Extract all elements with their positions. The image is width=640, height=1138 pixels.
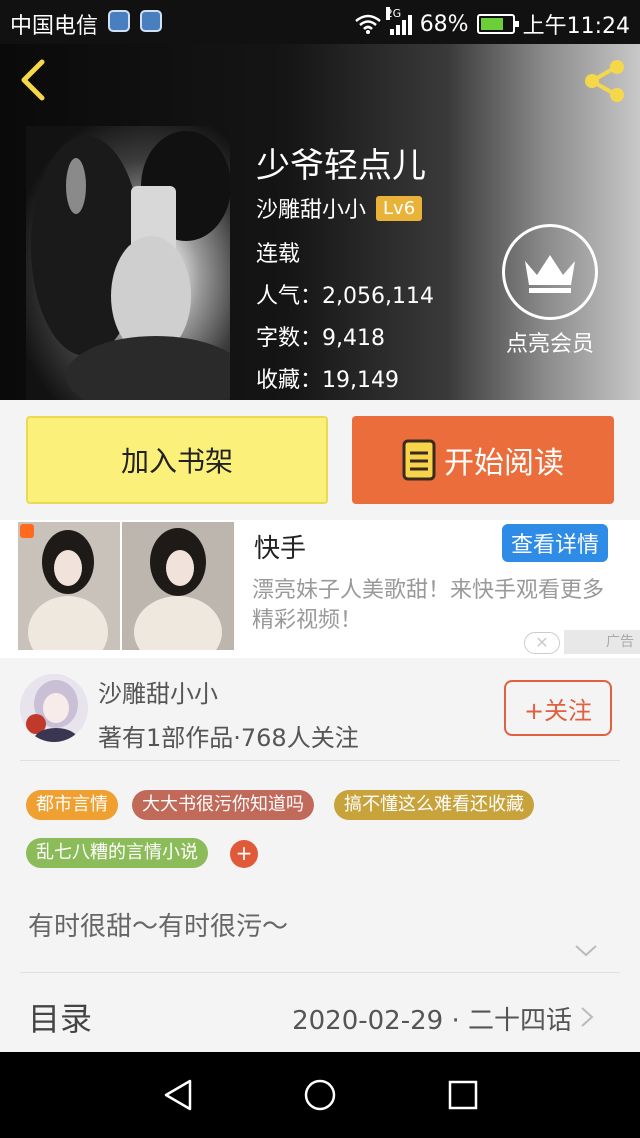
action-bar: 加入书架 开始阅读 <box>0 400 640 520</box>
ad-brand: 快手 <box>254 534 307 564</box>
system-nav-bar <box>0 1052 640 1138</box>
divider <box>20 972 620 973</box>
add-to-shelf-button[interactable]: 加入书架 <box>26 416 328 504</box>
start-reading-button[interactable]: 开始阅读 <box>352 416 614 504</box>
notification-app-icon <box>140 10 162 32</box>
status-bar: 中国电信 2G 68% 上午11:24 <box>0 0 640 44</box>
book-header: 少爷轻点儿 沙雕甜小小 Lv6 连载 人气：2,056,114 字数：9,418… <box>0 44 640 400</box>
share-icon[interactable] <box>582 58 628 104</box>
chevron-down-icon[interactable] <box>574 944 598 958</box>
ad-close-icon[interactable]: ✕ <box>524 632 560 654</box>
tag-chip[interactable]: 都市言情 <box>26 790 118 820</box>
popularity-value: 2,056,114 <box>322 284 434 309</box>
back-arrow-icon[interactable] <box>14 58 54 102</box>
signal-icon: 2G <box>385 7 412 35</box>
ad-banner[interactable]: 快手 查看详情 漂亮妹子人美歌甜！来快手观看更多精彩视频！ ✕ 广告 <box>0 520 640 658</box>
favorites-stat: 收藏：19,149 <box>256 368 399 393</box>
book-icon <box>402 439 436 481</box>
divider <box>20 760 620 761</box>
chevron-right-icon <box>581 1007 594 1027</box>
follow-button[interactable]: +关注 <box>504 680 612 736</box>
vip-label: 点亮会员 <box>505 332 594 357</box>
nav-home-icon[interactable] <box>303 1078 337 1112</box>
author-card-name[interactable]: 沙雕甜小小 <box>98 674 218 709</box>
ad-description: 漂亮妹子人美歌甜！来快手观看更多精彩视频！ <box>252 578 605 633</box>
word-count-value: 9,418 <box>322 326 385 351</box>
wifi-icon <box>354 14 381 34</box>
battery-percent: 68% <box>419 11 469 37</box>
tag-chip[interactable]: 大大书很污你知道吗 <box>132 790 314 820</box>
serial-status: 连载 <box>256 242 301 267</box>
author-stats: 著有1部作品·768人关注 <box>98 724 359 752</box>
carrier-name: 中国电信 <box>10 14 99 39</box>
battery-icon <box>476 14 519 34</box>
ad-image[interactable] <box>18 522 120 650</box>
start-reading-label: 开始阅读 <box>444 446 564 481</box>
author-card: 沙雕甜小小 著有1部作品·768人关注 +关注 都市言情 大大书很污你知道吗 搞… <box>0 660 640 1060</box>
tag-chip[interactable]: 搞不懂这么难看还收藏 <box>334 790 534 820</box>
popularity-stat: 人气：2,056,114 <box>256 284 434 309</box>
tag-chip[interactable]: 乱七八糟的言情小说 <box>26 838 208 868</box>
author-row: 沙雕甜小小 Lv6 <box>256 192 423 224</box>
book-cover-image[interactable] <box>26 126 230 400</box>
ad-details-button[interactable]: 查看详情 <box>502 524 608 562</box>
toc-label: 目录 <box>28 1000 93 1038</box>
vip-button[interactable]: 点亮会员 <box>500 224 600 358</box>
crown-icon <box>525 255 575 293</box>
favorites-value: 19,149 <box>322 368 399 393</box>
ad-image[interactable] <box>122 522 234 650</box>
book-title: 少爷轻点儿 <box>256 146 426 186</box>
ad-label: 广告 <box>564 630 640 654</box>
nav-recents-icon[interactable] <box>446 1078 480 1112</box>
book-description: 有时很甜～有时很污～ <box>28 912 289 942</box>
table-of-contents-row[interactable]: 目录 2020-02-29 · 二十四话 <box>0 974 640 1054</box>
notification-app-icon <box>108 10 130 32</box>
author-name[interactable]: 沙雕甜小小 <box>256 192 366 224</box>
latest-chapter-info: 2020-02-29 · 二十四话 <box>292 1006 572 1036</box>
nav-back-icon[interactable] <box>162 1078 196 1112</box>
kuaishou-logo-icon <box>20 524 34 538</box>
add-tag-button[interactable]: + <box>230 840 258 868</box>
word-count-stat: 字数：9,418 <box>256 326 385 351</box>
avatar[interactable] <box>20 674 88 742</box>
clock: 上午11:24 <box>522 14 630 39</box>
level-badge: Lv6 <box>376 195 423 221</box>
